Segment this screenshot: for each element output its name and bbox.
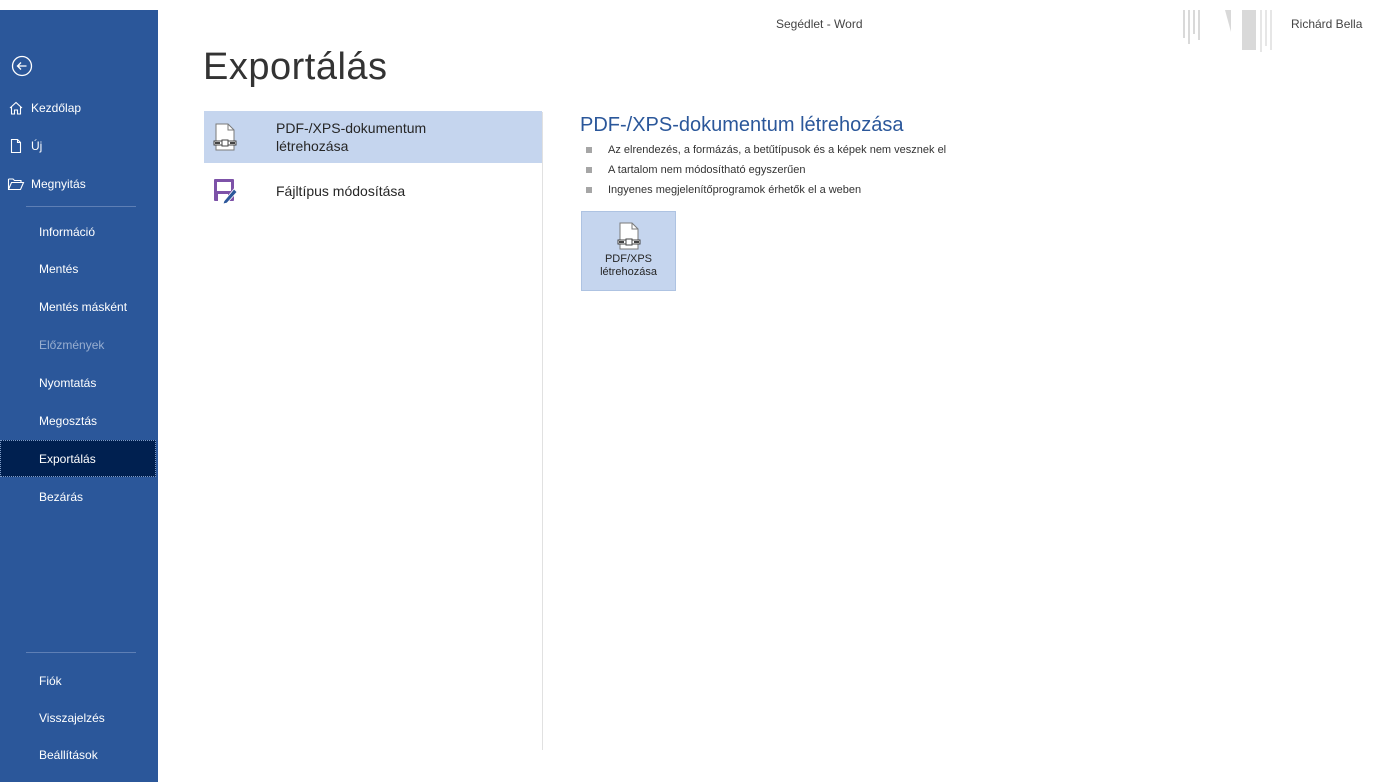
list-item: A tartalom nem módosítható egyszerűen [586,162,946,182]
sidebar-item-label: Megnyitás [31,177,86,191]
sidebar-item-save[interactable]: Mentés [0,250,156,287]
sidebar-item-print[interactable]: Nyomtatás [0,364,156,401]
sidebar-item-export[interactable]: Exportálás [0,440,156,477]
page-title: Exportálás [203,46,388,88]
sidebar-item-label: Bezárás [39,489,84,504]
sidebar-item-label: Előzmények [39,337,105,352]
sidebar-item-info[interactable]: Információ [0,213,156,250]
sidebar-item-label: Információ [39,224,96,239]
sidebar-item-close[interactable]: Bezárás [0,478,156,515]
sidebar-item-label: Mentés másként [39,299,128,314]
sidebar-item-label: Megosztás [39,413,98,428]
feature-list: Az elrendezés, a formázás, a betűtípusok… [586,142,946,202]
create-pdf-xps-button[interactable]: PDF/XPS létrehozása [581,211,676,291]
backstage-sidebar: Kezdőlap Új Megnyitás Információ Mentés … [0,10,158,782]
sidebar-item-label: Kezdőlap [31,101,82,115]
sidebar-item-label: Mentés [39,261,79,276]
create-button-label: PDF/XPS létrehozása [600,253,657,278]
sidebar-divider [26,652,136,653]
sidebar-item-label: Exportálás [39,451,96,466]
sidebar-item-label: Nyomtatás [39,375,97,390]
pdf-xps-document-icon [212,122,238,152]
option-label: Fájltípus módosítása [276,183,406,199]
sidebar-item-account[interactable]: Fiók [0,662,156,699]
sidebar-item-share[interactable]: Megosztás [0,402,156,439]
export-option-pdf-xps[interactable]: PDF-/XPS-dokumentum létrehozása [204,111,542,163]
sidebar-item-history: Előzmények [0,326,156,363]
panel-divider [542,112,543,750]
detail-title: PDF-/XPS-dokumentum létrehozása [580,114,904,136]
export-option-change-file-type[interactable]: Fájltípus módosítása [204,165,542,217]
change-file-type-icon [212,176,238,206]
sidebar-divider [26,206,136,207]
pdf-xps-document-icon [616,222,642,250]
sidebar-item-home[interactable]: Kezdőlap [7,93,155,123]
sidebar-item-label: Beállítások [39,747,98,762]
sidebar-item-new[interactable]: Új [7,131,155,161]
sidebar-item-label: Fiók [39,673,62,688]
back-button[interactable] [10,54,34,78]
sidebar-item-open[interactable]: Megnyitás [7,169,155,199]
user-name[interactable]: Richárd Bella [1291,17,1362,31]
home-icon [7,99,25,117]
new-document-icon [7,137,25,155]
list-item: Az elrendezés, a formázás, a betűtípusok… [586,142,946,162]
sidebar-item-label: Visszajelzés [39,710,105,725]
sidebar-item-save-as[interactable]: Mentés másként [0,288,156,325]
sidebar-item-feedback[interactable]: Visszajelzés [0,699,156,736]
option-label: PDF-/XPS-dokumentum létrehozása [276,120,427,154]
open-folder-icon [7,175,25,193]
title-decoration [1183,10,1272,52]
back-arrow-icon [11,55,33,77]
sidebar-item-label: Új [31,139,43,153]
top-strip [0,0,1379,10]
list-item: Ingyenes megjelenítőprogramok érhetők el… [586,182,946,202]
window-title: Segédlet - Word [776,17,863,31]
sidebar-item-options[interactable]: Beállítások [0,736,156,773]
